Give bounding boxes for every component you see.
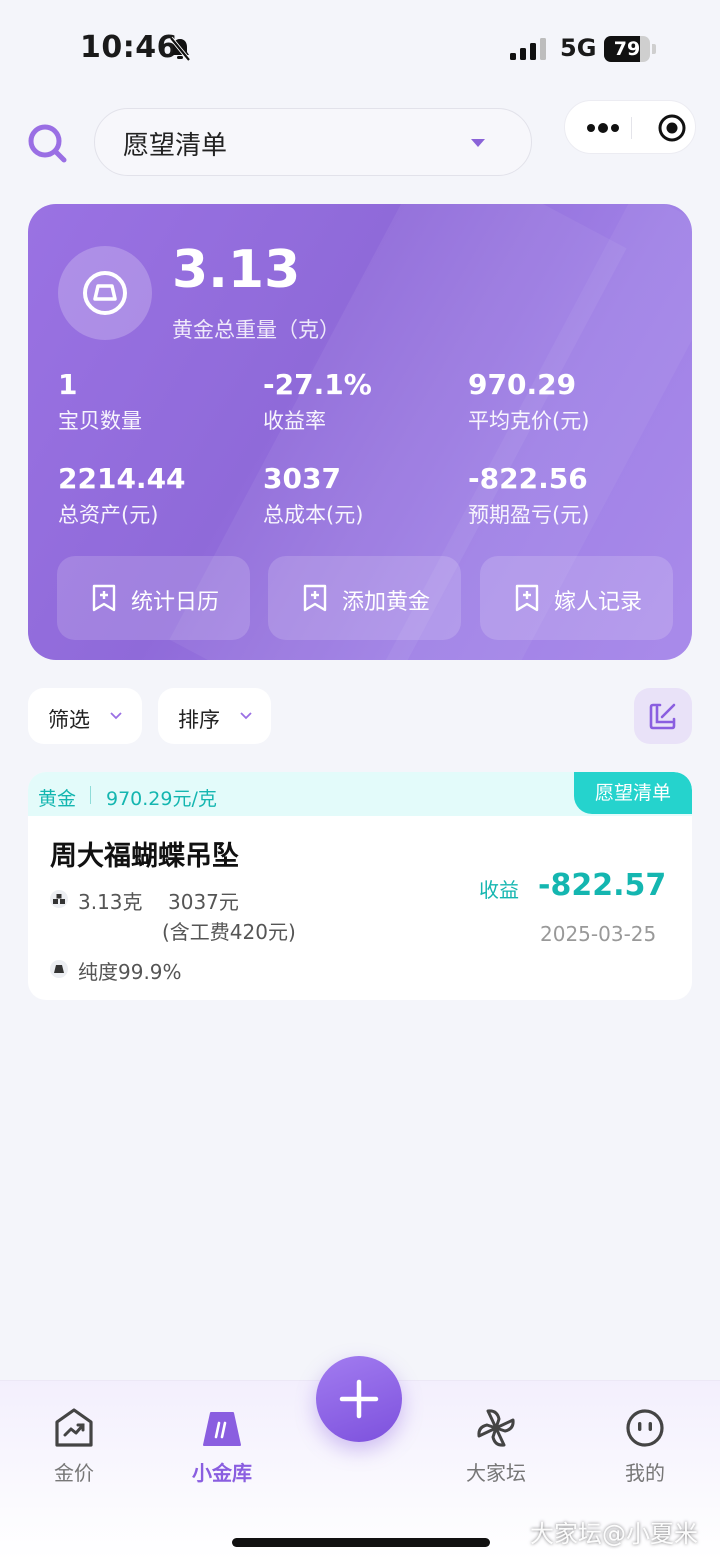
item-cost: 3037元 (168, 890, 239, 914)
battery-icon: 79 (604, 36, 656, 62)
bookmark-plus-icon (92, 584, 116, 612)
smiley-icon (626, 1409, 664, 1447)
nav-label: 大家坛 (466, 1461, 526, 1485)
wishlist-tag: 愿望清单 (574, 772, 692, 814)
status-time: 10:46 (80, 30, 178, 65)
nav-label: 小金库 (192, 1461, 252, 1485)
marriage-record-button[interactable]: 嫁人记录 (480, 556, 673, 640)
batch-edit-button[interactable] (634, 688, 692, 744)
list-selector[interactable]: 愿望清单 (94, 108, 532, 176)
filter-label: 筛选 (48, 708, 90, 732)
list-selector-label: 愿望清单 (123, 131, 228, 161)
gold-ingot-icon (83, 271, 127, 315)
plus-icon (339, 1379, 379, 1419)
stat-value: -822.56 (468, 462, 588, 495)
stat-label: 收益率 (263, 409, 326, 433)
stats-calendar-button[interactable]: 统计日历 (57, 556, 250, 640)
nav-label: 金价 (54, 1461, 94, 1485)
more-dots-icon[interactable] (585, 116, 621, 140)
stat-label: 总成本(元) (263, 503, 364, 527)
miniprogram-capsule (564, 100, 696, 154)
stat-item-count: 1 宝贝数量 (58, 368, 142, 435)
bell-muted-icon (169, 36, 191, 62)
stat-value: 970.29 (468, 368, 577, 401)
nav-gold-price[interactable]: 金价 (19, 1407, 129, 1487)
nav-vault[interactable]: 小金库 (167, 1407, 277, 1487)
bookmark-plus-icon (303, 584, 327, 612)
stat-return-rate: -27.1% 收益率 (263, 368, 372, 435)
home-indicator[interactable] (232, 1538, 490, 1547)
add-gold-button[interactable]: 添加黄金 (268, 556, 461, 640)
stat-total-assets: 2214.44 总资产(元) (58, 462, 186, 529)
stat-avg-price: 970.29 平均克价(元) (468, 368, 589, 435)
summary-card: 3.13 黄金总重量（克） 1 宝贝数量 -27.1% 收益率 970.29 平… (28, 204, 692, 660)
item-unit-price: 970.29元/克 (106, 788, 217, 810)
gold-bar-icon (203, 1412, 241, 1446)
item-fee-note: (含工费420元) (162, 920, 296, 944)
weight-icon (50, 890, 68, 908)
stat-value: 1 (58, 368, 78, 401)
network-label: 5G (560, 34, 597, 62)
profit-label: 收益 (479, 878, 519, 902)
stat-label: 宝贝数量 (58, 409, 142, 433)
sort-label: 排序 (178, 708, 220, 732)
capsule-divider (631, 117, 632, 139)
chevron-down-icon (240, 712, 252, 720)
status-bar: 10:46 5G 79 (0, 0, 720, 96)
battery-level: 79 (613, 38, 641, 60)
gold-ingot-badge (58, 246, 152, 340)
gold-item-card[interactable]: 黄金 970.29元/克 愿望清单 周大福蝴蝶吊坠 3.13克 3037元 (含… (28, 772, 692, 1000)
bookmark-plus-icon (515, 584, 539, 612)
stat-expected-pnl: -822.56 预期盈亏(元) (468, 462, 589, 529)
add-fab-button[interactable] (316, 1356, 402, 1442)
nav-profile[interactable]: 我的 (590, 1407, 700, 1487)
action-label: 嫁人记录 (554, 590, 643, 615)
watermark: 大家坛@小夏米 (530, 1520, 698, 1548)
search-icon[interactable] (26, 122, 68, 164)
close-target-icon[interactable] (657, 113, 687, 143)
profit-value: -822.57 (538, 868, 667, 903)
pinwheel-icon (477, 1409, 515, 1447)
stat-value: 3037 (263, 462, 341, 495)
stat-label: 平均克价(元) (468, 409, 590, 433)
item-weight: 3.13克 (78, 890, 143, 914)
stat-value: -27.1% (263, 368, 372, 401)
caret-down-icon (471, 139, 485, 147)
nav-forum[interactable]: 大家坛 (441, 1407, 551, 1487)
total-weight-value: 3.13 (172, 240, 301, 300)
cellular-signal-icon (510, 38, 546, 60)
item-name: 周大福蝴蝶吊坠 (50, 841, 239, 872)
action-label: 添加黄金 (342, 590, 431, 615)
action-label: 统计日历 (131, 590, 220, 615)
stat-total-cost: 3037 总成本(元) (263, 462, 363, 529)
purity-icon (50, 960, 68, 978)
total-weight-label: 黄金总重量（克） (172, 318, 340, 342)
stat-label: 总资产(元) (58, 503, 159, 527)
item-type: 黄金 (38, 788, 77, 810)
item-date: 2025-03-25 (540, 922, 657, 946)
item-purity: 纯度99.9% (78, 960, 182, 984)
chevron-down-icon (110, 712, 122, 720)
edit-icon (649, 703, 676, 730)
divider (90, 786, 91, 804)
stat-label: 预期盈亏(元) (468, 503, 590, 527)
sort-dropdown[interactable]: 排序 (158, 688, 271, 744)
nav-label: 我的 (625, 1461, 665, 1485)
filter-dropdown[interactable]: 筛选 (28, 688, 142, 744)
stat-value: 2214.44 (58, 462, 186, 495)
trend-chart-icon (55, 1408, 93, 1447)
